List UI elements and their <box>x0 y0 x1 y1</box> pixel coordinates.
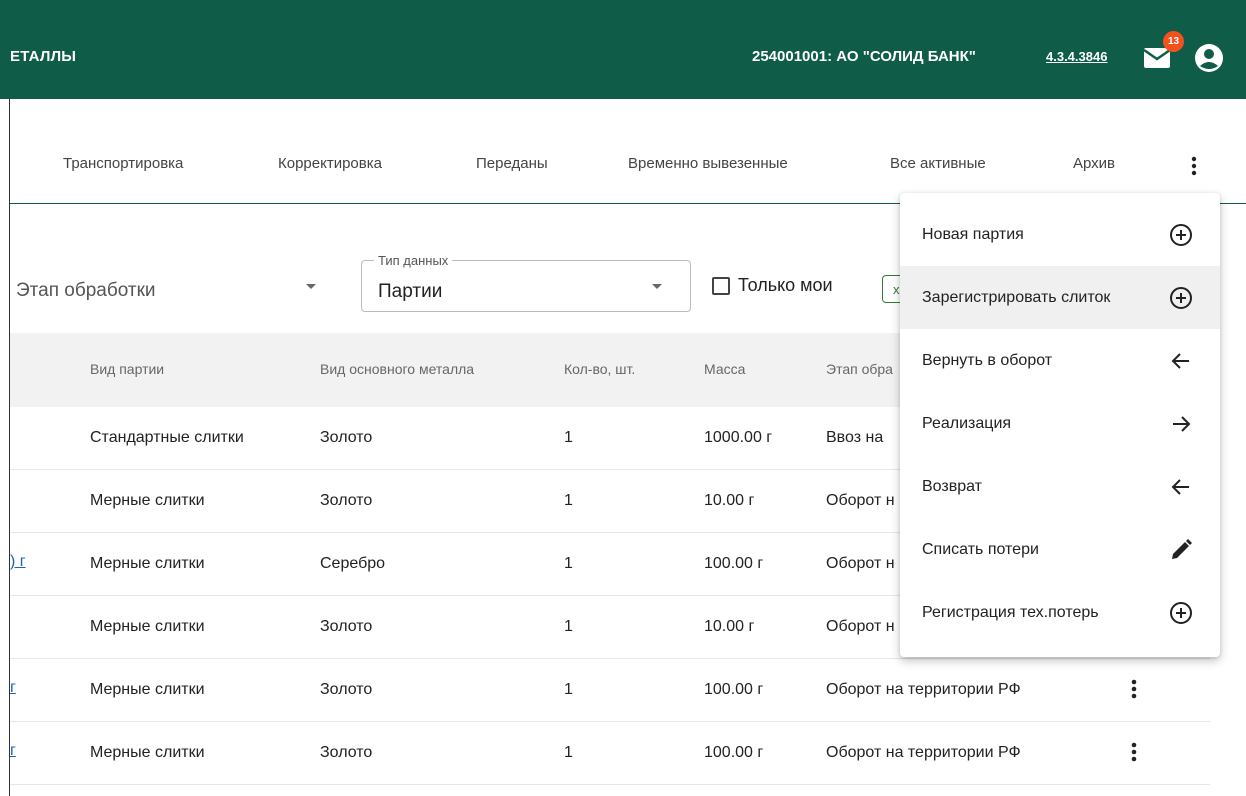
tab-correction[interactable]: Корректировка <box>278 155 382 172</box>
cell-lot-type: Мерные слитки <box>90 618 205 635</box>
data-type-value: Партии <box>378 281 443 302</box>
cell-quantity: 1 <box>564 618 573 635</box>
menu-item-register-ingot[interactable]: Зарегистрировать слиток <box>900 266 1220 329</box>
cell-metal: Золото <box>320 681 373 698</box>
cell-stage: Оборот на территории РФ <box>826 744 1021 761</box>
cell-mass: 100.00 г <box>704 555 764 572</box>
only-mine-checkbox[interactable] <box>712 276 730 295</box>
cell-metal: Золото <box>320 492 373 509</box>
tab-transport[interactable]: Транспортировка <box>63 155 183 172</box>
cell-lot-type: Мерные слитки <box>90 492 205 509</box>
data-type-label: Тип данных <box>374 253 453 268</box>
cell-stage: Оборот н <box>826 492 895 509</box>
app-header: ЕТАЛЛЫ 254001001: АО "СОЛИД БАНК" 4.3.4.… <box>0 0 1246 99</box>
menu-item-label: Реализация <box>922 415 1012 432</box>
tab-all-active[interactable]: Все активные <box>890 155 986 172</box>
menu-item-write-off-losses[interactable]: Списать потери <box>900 518 1220 581</box>
only-mine-label: Только мои <box>738 275 833 295</box>
menu-item-label: Зарегистрировать слиток <box>922 289 1111 306</box>
row-link[interactable]: г <box>10 742 16 760</box>
cell-mass: 100.00 г <box>704 681 764 698</box>
stage-select-value: Этап обработки <box>16 280 156 301</box>
cell-lot-type: Мерные слитки <box>90 744 205 761</box>
menu-item-label: Возврат <box>922 478 982 495</box>
arrow-right-icon <box>1168 411 1194 437</box>
app-title: ЕТАЛЛЫ <box>10 48 77 65</box>
cell-stage: Ввоз на <box>826 429 884 446</box>
cell-mass: 10.00 г <box>704 492 755 509</box>
add-circle-icon <box>1168 285 1194 311</box>
cell-mass: 100.00 г <box>704 744 764 761</box>
cell-stage: Оборот н <box>826 618 895 635</box>
cell-mass: 1000.00 г <box>704 429 773 446</box>
cell-lot-type: Стандартные слитки <box>90 429 244 446</box>
menu-item-sale[interactable]: Реализация <box>900 392 1220 455</box>
row-link[interactable]: ) г <box>10 553 26 571</box>
column-header-quantity[interactable]: Кол-во, шт. <box>564 361 635 377</box>
account-circle-icon[interactable] <box>1194 43 1224 73</box>
cell-stage: Оборот н <box>826 555 895 572</box>
tab-temporarily-exported[interactable]: Временно вывезенные <box>628 155 788 172</box>
column-header-metal[interactable]: Вид основного металла <box>320 361 474 377</box>
cell-metal: Серебро <box>320 555 386 572</box>
menu-item-label: Вернуть в оборот <box>922 352 1053 369</box>
table-row[interactable]: г Мерные слитки Золото 1 100.00 г Оборот… <box>10 722 1210 785</box>
data-type-select[interactable]: Тип данных Партии <box>361 253 691 312</box>
table-row[interactable]: г Мерные слитки Золото 1 100.00 г Оборот… <box>10 659 1210 722</box>
menu-item-register-tech-losses[interactable]: Регистрация тех.потерь <box>900 581 1220 644</box>
cell-quantity: 1 <box>564 555 573 572</box>
cell-quantity: 1 <box>564 744 573 761</box>
cell-mass: 10.00 г <box>704 618 755 635</box>
only-mine-toggle[interactable]: Только мои <box>712 275 833 296</box>
menu-item-new-lot[interactable]: Новая партия <box>900 203 1220 266</box>
menu-item-return[interactable]: Возврат <box>900 455 1220 518</box>
more-vertical-icon[interactable] <box>1186 154 1202 178</box>
column-header-lot-type[interactable]: Вид партии <box>90 361 164 377</box>
version-link[interactable]: 4.3.4.3846 <box>1046 49 1107 64</box>
add-circle-icon <box>1168 600 1194 626</box>
cell-quantity: 1 <box>564 492 573 509</box>
notification-badge: 13 <box>1163 31 1184 52</box>
tab-archive[interactable]: Архив <box>1073 155 1115 172</box>
stage-select[interactable]: Этап обработки <box>10 258 340 313</box>
arrow-left-icon <box>1168 474 1194 500</box>
cell-quantity: 1 <box>564 429 573 446</box>
cell-stage: Оборот на территории РФ <box>826 681 1021 698</box>
row-more-vertical-icon[interactable] <box>1131 677 1137 701</box>
arrow-left-icon <box>1168 348 1194 374</box>
tab-transferred[interactable]: Переданы <box>476 155 548 172</box>
menu-item-label: Списать потери <box>922 541 1039 558</box>
cell-metal: Золото <box>320 429 373 446</box>
menu-item-label: Регистрация тех.потерь <box>922 604 1099 621</box>
add-circle-icon <box>1168 222 1194 248</box>
column-header-stage[interactable]: Этап обра <box>826 361 893 377</box>
pencil-icon <box>1168 537 1194 563</box>
cell-metal: Золото <box>320 744 373 761</box>
organization-label: 254001001: АО "СОЛИД БАНК" <box>752 48 976 65</box>
actions-menu: Новая партия Зарегистрировать слиток Вер… <box>900 193 1220 657</box>
column-header-mass[interactable]: Масса <box>704 361 745 377</box>
menu-item-label: Новая партия <box>922 226 1024 243</box>
cell-metal: Золото <box>320 618 373 635</box>
menu-item-return-to-circulation[interactable]: Вернуть в оборот <box>900 329 1220 392</box>
chevron-down-icon <box>306 284 316 289</box>
row-more-vertical-icon[interactable] <box>1131 740 1137 764</box>
row-link[interactable]: г <box>10 679 16 697</box>
chevron-down-icon <box>652 284 662 289</box>
cell-lot-type: Мерные слитки <box>90 555 205 572</box>
cell-quantity: 1 <box>564 681 573 698</box>
cell-lot-type: Мерные слитки <box>90 681 205 698</box>
